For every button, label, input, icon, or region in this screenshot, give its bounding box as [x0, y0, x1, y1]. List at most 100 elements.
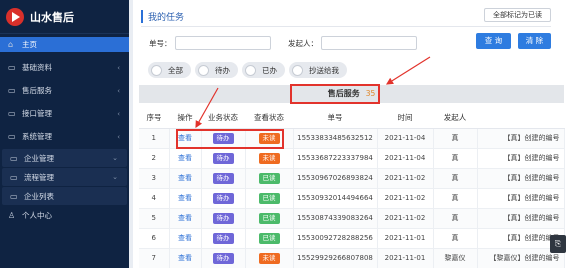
- sidebar-item-1[interactable]: ▭ 基础资料 ‹: [0, 56, 129, 79]
- radio-icon: [292, 64, 303, 76]
- cell-description: 【真】创建的编号: [477, 188, 565, 209]
- table-body: 1 查看 待办 未读 15533833485632512 2021-11-04 真【真】创建…: [139, 128, 565, 268]
- tab-1[interactable]: 待办: [195, 62, 238, 78]
- cell-initiator: 真: [433, 188, 478, 209]
- cell-description: 【真】创建的编号: [477, 148, 565, 169]
- service-icon: ▭: [8, 86, 16, 95]
- export-icon[interactable]: ⎘: [550, 235, 566, 253]
- cell-action: 查看: [169, 208, 202, 229]
- brand: 山水售后: [0, 0, 129, 34]
- column-header: 时间: [377, 108, 433, 129]
- clear-button[interactable]: 清 除: [518, 33, 551, 49]
- view-link[interactable]: 查看: [178, 194, 192, 202]
- view-status-badge: 已读: [258, 212, 280, 224]
- cell-order-no: 15533687223337984: [293, 148, 378, 169]
- view-link[interactable]: 查看: [178, 254, 192, 262]
- cell-action: 查看: [169, 148, 202, 169]
- cell-description: 【真】创建的编号: [477, 128, 565, 149]
- mark-all-read-button[interactable]: 全部标记为已读: [484, 8, 551, 22]
- tab-3[interactable]: 抄送给我: [289, 62, 347, 78]
- folder-icon: ▭: [10, 153, 18, 163]
- radio-icon: [198, 64, 209, 76]
- query-button[interactable]: 查 询: [476, 33, 511, 49]
- cell-time: 2021-11-02: [377, 208, 434, 229]
- status-badge: 待办: [212, 152, 234, 164]
- cell-view-status: 未读: [245, 148, 294, 169]
- tab-0[interactable]: 全部: [148, 62, 191, 78]
- sidebar-item-3[interactable]: ▭ 接口管理 ‹: [0, 102, 129, 125]
- order-no-input[interactable]: [174, 36, 271, 50]
- chevron-icon: ‹: [117, 132, 120, 141]
- tab-label: 已办: [262, 65, 277, 75]
- cell-action: 查看: [169, 168, 202, 189]
- view-status-badge: 未读: [258, 252, 280, 264]
- tab-label: 待办: [215, 65, 230, 75]
- cell-action: 查看: [169, 228, 202, 249]
- sidebar-item-4[interactable]: ▭ 系统管理 ‹: [0, 125, 129, 148]
- view-link[interactable]: 查看: [178, 154, 192, 162]
- sidebar: 山水售后 ⌂ 主页 ▭ 基础资料 ‹ ▭ 售后服务 ‹ ▭ 接口管理 ‹ ▭ 系统管理 ‹ ▭ 企业管理 ⌄ ▭ 流…: [0, 0, 129, 268]
- initiator-input[interactable]: [321, 36, 417, 50]
- logo-icon: [6, 7, 24, 26]
- column-header: 业务状态: [201, 108, 245, 129]
- cell-status: 待办: [201, 168, 246, 189]
- status-badge: 待办: [212, 172, 234, 184]
- chevron-icon: ‹: [117, 109, 120, 118]
- order-no-label: 单号：: [149, 38, 172, 48]
- folder-icon: ▭: [8, 63, 16, 72]
- view-link[interactable]: 查看: [178, 174, 192, 182]
- status-tabs: 全部 待办 已办 抄送给我: [148, 62, 347, 78]
- cell-index: 5: [139, 208, 170, 229]
- cell-index: 4: [139, 188, 170, 209]
- page-header: 我的任务 全部标记为已读: [141, 8, 551, 27]
- sidebar-item-5[interactable]: ▭ 企业管理 ⌄: [2, 149, 127, 167]
- cell-view-status: 已读: [245, 228, 294, 249]
- cell-order-no: 15530967026893824: [293, 168, 378, 189]
- table-row: 5 查看 待办 已读 15530874339083264 2021-11-02 真【真】创建…: [139, 208, 565, 229]
- sidebar-item-label: 流程管理: [24, 172, 54, 182]
- status-badge: 待办: [212, 212, 234, 224]
- cell-time: 2021-11-01: [377, 228, 434, 249]
- column-header: 查看状态: [245, 108, 293, 129]
- cell-view-status: 已读: [245, 188, 294, 209]
- initiator-filter: 发起人：: [288, 36, 417, 50]
- sidebar-item-label: 主页: [22, 40, 37, 49]
- sidebar-item-2[interactable]: ▭ 售后服务 ‹: [0, 79, 129, 102]
- sidebar-item-label: 系统管理: [22, 132, 52, 141]
- cell-index: 2: [139, 148, 170, 169]
- cell-time: 2021-11-01: [377, 248, 434, 268]
- view-status-badge: 已读: [258, 232, 280, 244]
- radio-icon: [151, 64, 162, 76]
- column-header: [477, 108, 564, 129]
- sidebar-item-7[interactable]: ▭ 企业列表: [2, 187, 127, 205]
- status-badge: 待办: [212, 232, 234, 244]
- column-header: 操作: [169, 108, 201, 129]
- table-row: 4 查看 待办 已读 15530932014494664 2021-11-02 真【真】创建…: [139, 188, 565, 209]
- cell-order-no: 15530932014494664: [293, 188, 378, 209]
- view-link[interactable]: 查看: [178, 234, 192, 242]
- table-row: 3 查看 待办 已读 15530967026893824 2021-11-02 真【真】创建…: [139, 168, 565, 189]
- sidebar-item-8[interactable]: ♙ 个人中心: [0, 206, 129, 224]
- folder-icon: ▭: [8, 132, 16, 141]
- cell-order-no: 15530092728288256: [293, 228, 378, 249]
- cell-order-no: 15529929266807808: [293, 248, 378, 268]
- sidebar-item-0[interactable]: ⌂ 主页: [0, 37, 129, 52]
- chevron-icon: ⌄: [112, 173, 118, 181]
- cell-status: 待办: [201, 228, 246, 249]
- column-header: 单号: [293, 108, 377, 129]
- tab-label: 全部: [168, 65, 183, 75]
- main-content: 我的任务 全部标记为已读 单号： 发起人： 查 询 清 除 全部 待办 已办 抄送给我…: [133, 0, 572, 268]
- sidebar-item-label: 售后服务: [22, 86, 52, 95]
- list-icon: ▭: [10, 191, 18, 201]
- status-badge: 待办: [212, 252, 234, 264]
- cell-status: 待办: [201, 148, 246, 169]
- cell-view-status: 已读: [245, 168, 294, 189]
- view-status-badge: 未读: [258, 152, 280, 164]
- cell-index: 7: [139, 248, 170, 268]
- sidebar-item-6[interactable]: ▭ 流程管理 ⌄: [2, 168, 127, 186]
- view-link[interactable]: 查看: [178, 214, 192, 222]
- view-status-badge: 已读: [258, 172, 280, 184]
- chevron-icon: ⌄: [112, 154, 118, 162]
- tab-2[interactable]: 已办: [242, 62, 285, 78]
- cell-time: 2021-11-04: [377, 128, 434, 149]
